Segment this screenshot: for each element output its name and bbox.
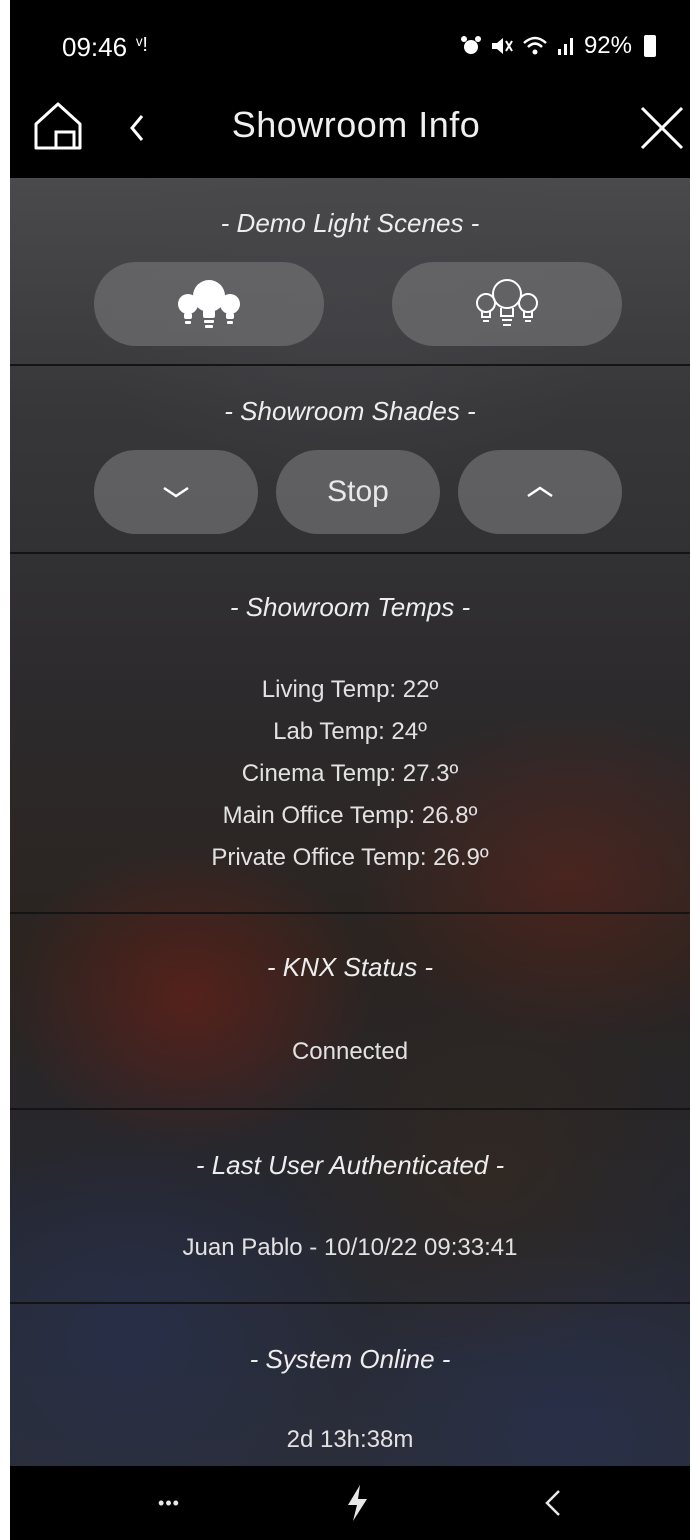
temp-main-office: Main Office Temp: 26.8º [222, 802, 478, 829]
more-button[interactable]: ••• [144, 1480, 194, 1526]
nav-back-button[interactable] [528, 1480, 578, 1526]
section-last-user: - Last User Authenticated - Juan Pablo -… [10, 1110, 690, 1304]
section-demo-light-scenes: - Demo Light Scenes - [10, 178, 690, 366]
close-button[interactable] [634, 100, 690, 156]
battery-percent: 92% [583, 32, 632, 59]
wifi-icon [523, 36, 547, 55]
lights-on-button[interactable] [94, 262, 324, 346]
alarm-icon [460, 36, 481, 54]
shades-stop-button[interactable]: Stop [276, 450, 440, 534]
bottom-nav-bar: ••• [10, 1466, 690, 1540]
app-header: Showroom Info [10, 88, 690, 178]
close-icon [640, 106, 684, 150]
section-title: - Last User Authenticated - [195, 1150, 505, 1180]
temp-private-office: Private Office Temp: 26.9º [211, 844, 489, 871]
temp-lab: Lab Temp: 24º [273, 718, 427, 745]
chevron-up-icon [527, 486, 553, 498]
app-screen: 09:46 ᵛ! 92% Showroom Info - Demo Light … [10, 0, 690, 1540]
status-bar: 09:46 ᵛ! 92% [10, 0, 690, 88]
lights-off-button[interactable] [392, 262, 622, 346]
stop-label: Stop [327, 475, 389, 508]
section-title: - System Online - [249, 1344, 451, 1374]
section-showroom-shades: - Showroom Shades - Stop [10, 366, 690, 554]
more-icon: ••• [158, 1492, 180, 1513]
last-user-value: Juan Pablo - 10/10/22 09:33:41 [182, 1234, 518, 1261]
knx-status-value: Connected [291, 1038, 409, 1065]
temp-living: Living Temp: 22º [261, 676, 439, 703]
section-title: - Demo Light Scenes - [220, 208, 480, 238]
section-title: - Showroom Shades - [224, 396, 476, 426]
mute-icon [491, 38, 513, 54]
signal-icon [557, 38, 573, 55]
lights-off-icon [476, 279, 538, 326]
system-online-value: 2d 13h:38m [286, 1426, 414, 1453]
shades-up-button[interactable] [458, 450, 622, 534]
section-showroom-temps: - Showroom Temps - Living Temp: 22º Lab … [10, 554, 690, 914]
section-title: - Showroom Temps - [229, 592, 471, 622]
lights-on-icon [178, 280, 240, 328]
battery-icon [644, 35, 656, 57]
lightning-icon [348, 1485, 367, 1521]
notification-icon: ᵛ! [136, 34, 148, 56]
page-title: Showroom Info [231, 104, 481, 145]
back-icon [545, 1490, 560, 1516]
chevron-down-icon [163, 486, 189, 498]
section-title: - KNX Status - [266, 952, 434, 982]
scenes-button[interactable] [332, 1480, 382, 1526]
shades-down-button[interactable] [94, 450, 258, 534]
info-panel: - Demo Light Scenes - - Showroom Shades … [10, 178, 690, 1466]
status-time: 09:46 [62, 32, 128, 62]
temp-cinema: Cinema Temp: 27.3º [241, 760, 459, 787]
section-system-online: - System Online - 2d 13h:38m [10, 1304, 690, 1466]
section-knx-status: - KNX Status - Connected [10, 914, 690, 1110]
status-icons: 92% [460, 32, 656, 60]
